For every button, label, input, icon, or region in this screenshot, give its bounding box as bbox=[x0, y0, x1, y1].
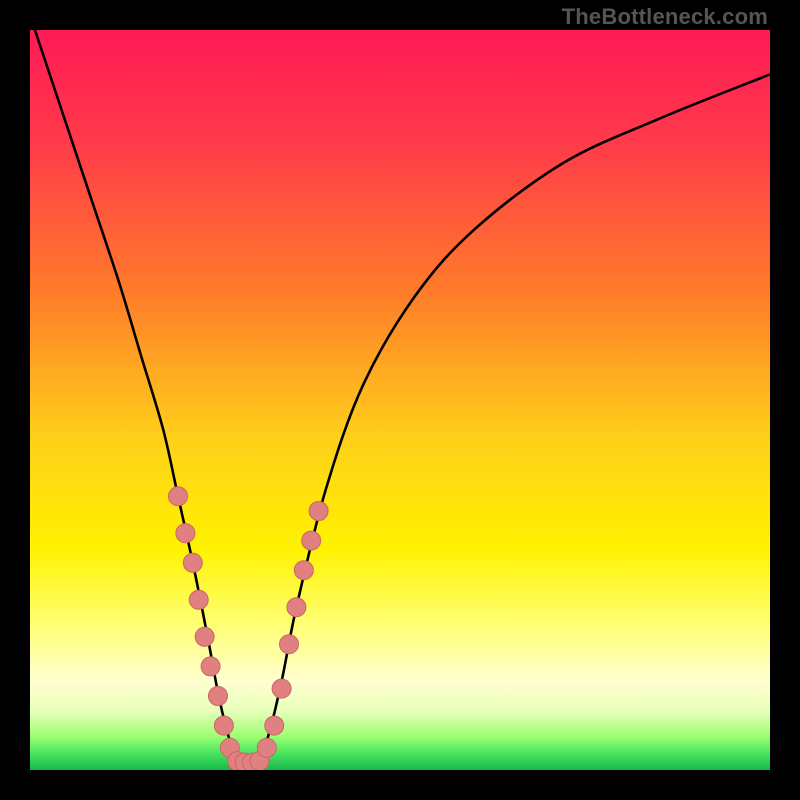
curve-marker bbox=[280, 635, 299, 654]
curve-marker bbox=[302, 531, 321, 550]
chart-curve-layer bbox=[30, 30, 770, 770]
curve-marker bbox=[195, 627, 214, 646]
curve-marker bbox=[208, 687, 227, 706]
bottleneck-curve bbox=[30, 30, 770, 765]
curve-marker bbox=[214, 716, 233, 735]
curve-marker bbox=[265, 716, 284, 735]
curve-marker bbox=[257, 738, 276, 757]
curve-marker bbox=[169, 487, 188, 506]
curve-marker bbox=[287, 598, 306, 617]
curve-marker bbox=[183, 553, 202, 572]
curve-marker bbox=[189, 590, 208, 609]
curve-marker bbox=[309, 502, 328, 521]
watermark-text: TheBottleneck.com bbox=[562, 4, 768, 30]
curve-marker bbox=[176, 524, 195, 543]
curve-marker bbox=[201, 657, 220, 676]
curve-marker bbox=[272, 679, 291, 698]
curve-markers bbox=[169, 487, 329, 770]
chart-frame: TheBottleneck.com bbox=[0, 0, 800, 800]
plot-area bbox=[30, 30, 770, 770]
curve-marker bbox=[294, 561, 313, 580]
